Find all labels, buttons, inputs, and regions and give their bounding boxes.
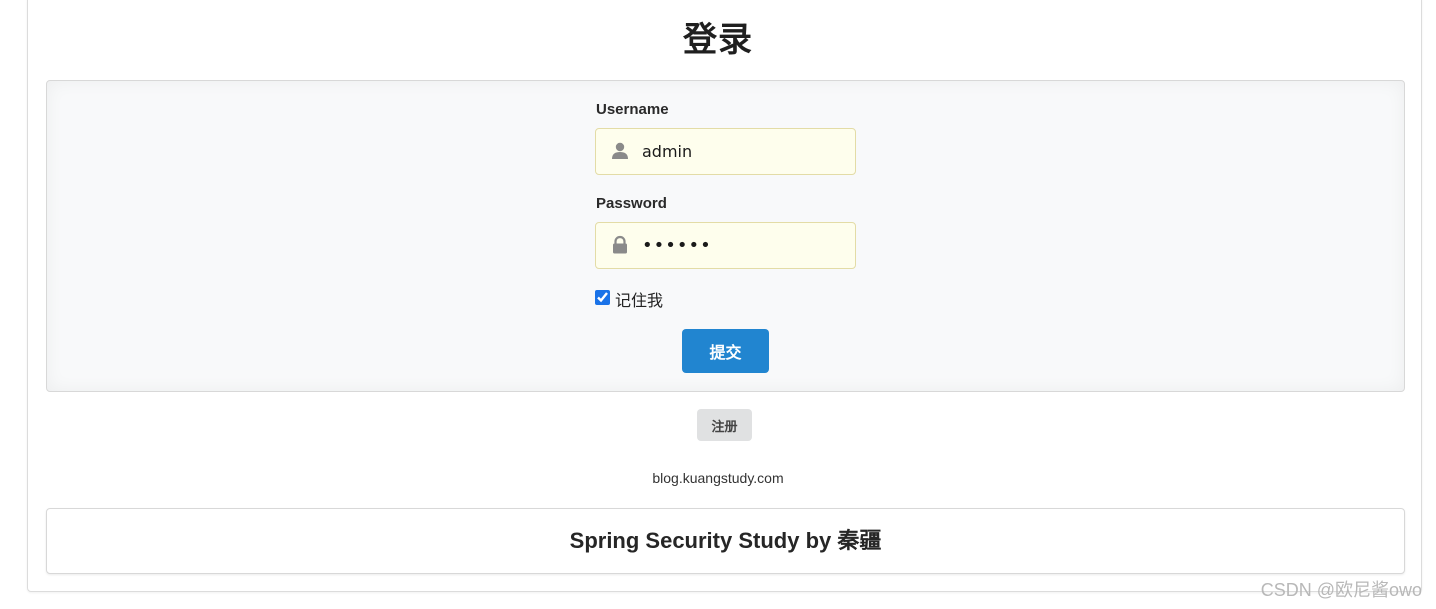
user-icon bbox=[612, 142, 628, 159]
page-title: 登录 bbox=[683, 21, 753, 59]
remember-me-row: 记住我 bbox=[595, 286, 663, 311]
register-button[interactable]: 注册 bbox=[697, 409, 752, 441]
lock-icon bbox=[613, 235, 627, 254]
site-link[interactable]: blog.kuangstudy.com bbox=[0, 470, 1436, 486]
footer-card: Spring Security Study by 秦疆 bbox=[46, 508, 1405, 574]
csdn-watermark: CSDN @欧尼酱owo bbox=[1260, 580, 1422, 600]
password-field[interactable] bbox=[595, 222, 856, 269]
username-field[interactable] bbox=[595, 128, 856, 175]
footer-text: Spring Security Study by 秦疆 bbox=[569, 528, 882, 553]
username-label: Username bbox=[596, 101, 669, 118]
submit-button[interactable]: 提交 bbox=[682, 329, 769, 373]
password-label: Password bbox=[596, 195, 667, 212]
login-page: 登录 Username Password 记住我 提交 注册 blog.kuan… bbox=[0, 0, 1436, 609]
remember-me-label[interactable]: 记住我 bbox=[615, 287, 663, 311]
remember-me-checkbox[interactable] bbox=[595, 289, 610, 305]
username-input[interactable] bbox=[642, 129, 847, 174]
password-input[interactable] bbox=[642, 223, 847, 268]
